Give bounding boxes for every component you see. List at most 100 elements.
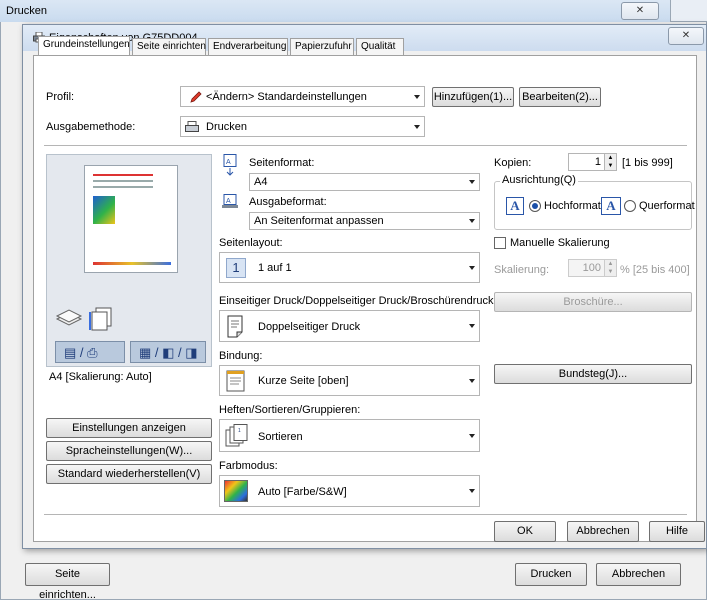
- chevron-down-icon: [469, 489, 475, 493]
- collate-icon: 1: [225, 424, 249, 451]
- binding-select[interactable]: Kurze Seite [oben]: [219, 365, 480, 396]
- profile-select[interactable]: <Ändern> Standardeinstellungen: [180, 86, 425, 107]
- section-divider: [44, 145, 687, 146]
- paper-stack-icon: [55, 305, 85, 329]
- output-size-value: An Seitenformat anpassen: [254, 215, 384, 227]
- svg-text:A: A: [226, 159, 231, 166]
- page-preview: ▤ / ⎙ ▦ / ◧ / ◨ A4 [Skalierung: Auto]: [46, 154, 212, 388]
- chevron-down-icon: [414, 124, 420, 129]
- chevron-down-icon: [469, 433, 475, 438]
- print-cancel-button[interactable]: Abbrechen: [596, 563, 681, 586]
- color-mode-label: Farbmodus:: [219, 460, 278, 472]
- svg-text:1: 1: [238, 428, 241, 434]
- help-button[interactable]: Hilfe: [649, 521, 705, 542]
- language-settings-button[interactable]: Spracheinstellungen(W)...: [46, 441, 212, 461]
- duplex-sheet-icon: [89, 307, 113, 331]
- profile-label: Profil:: [46, 91, 75, 103]
- preview-image: [93, 196, 115, 224]
- manual-scaling-label: Manuelle Skalierung: [510, 237, 610, 249]
- tab-qualitaet[interactable]: Qualität: [356, 38, 404, 55]
- page-size-value: A4: [254, 176, 268, 188]
- duplex-value: Doppelseitiger Druck: [258, 321, 361, 333]
- duplex-icon: [225, 315, 247, 342]
- profile-value: <Ändern> Standardeinstellungen: [206, 91, 367, 103]
- page-size-select[interactable]: A4: [249, 173, 480, 191]
- properties-cancel-button[interactable]: Abbrechen: [567, 521, 639, 542]
- color-mode-indicator: ▦ / ◧ / ◨: [130, 341, 206, 363]
- output-method-value: Drucken: [206, 121, 247, 133]
- preview-line: [93, 186, 153, 188]
- scaling-spinner[interactable]: 100 ▲ ▼: [568, 259, 617, 277]
- pencil-icon: [189, 90, 203, 107]
- manual-scaling-checkbox[interactable]: [494, 237, 506, 249]
- landscape-label: Querformat: [639, 200, 695, 212]
- printer-icon: [185, 121, 199, 136]
- page-size-icon: A: [222, 154, 238, 179]
- print-dialog-title: Drucken: [6, 5, 47, 17]
- add-profile-button[interactable]: Hinzufügen(1)...: [432, 87, 514, 107]
- preview-bar: [93, 262, 171, 265]
- properties-close-button[interactable]: ✕: [668, 27, 704, 45]
- gutter-button[interactable]: Bundsteg(J)...: [494, 364, 692, 384]
- binding-label: Bindung:: [219, 350, 263, 362]
- tab-papierzufuhr[interactable]: Papierzufuhr: [290, 38, 354, 55]
- output-method-select[interactable]: Drucken: [180, 116, 425, 137]
- chevron-down-icon: [414, 94, 420, 99]
- landscape-radio[interactable]: [624, 200, 636, 212]
- chevron-down-icon: [469, 265, 475, 270]
- background-window-edge: [670, 0, 707, 22]
- stapling-value: Sortieren: [258, 431, 303, 443]
- portrait-icon: A: [506, 197, 524, 215]
- chevron-down-icon: [469, 378, 475, 383]
- scaling-label: Skalierung:: [494, 264, 550, 276]
- edit-profile-button[interactable]: Bearbeiten(2)...: [519, 87, 601, 107]
- color-mode-value: Auto [Farbe/S&W]: [258, 486, 347, 498]
- portrait-label: Hochformat: [544, 200, 601, 212]
- output-size-icon: A: [222, 194, 238, 211]
- copies-value: 1: [594, 156, 601, 168]
- duplex-mode-indicator: ▤ / ⎙: [55, 341, 125, 363]
- print-button[interactable]: Drucken: [515, 563, 587, 586]
- tab-grundeinstellungen[interactable]: Grundeinstellungen: [38, 36, 130, 56]
- page-size-label: Seitenformat:: [249, 157, 315, 169]
- binding-value: Kurze Seite [oben]: [258, 375, 349, 387]
- layout-select[interactable]: 1 1 auf 1: [219, 252, 480, 283]
- tab-endverarbeitung[interactable]: Endverarbeitung: [208, 38, 288, 55]
- portrait-radio[interactable]: [529, 200, 541, 212]
- radio-selected-dot: [532, 203, 538, 209]
- print-dialog-titlebar: Drucken ✕: [0, 0, 707, 22]
- page-setup-button[interactable]: Seite einrichten...: [25, 563, 110, 601]
- preview-page: [84, 165, 178, 273]
- layout-value: 1 auf 1: [258, 262, 292, 274]
- tab-seite-einrichten[interactable]: Seite einrichten: [132, 38, 206, 55]
- svg-text:A: A: [226, 198, 231, 205]
- duplex-select[interactable]: Doppelseitiger Druck: [219, 310, 480, 342]
- restore-defaults-button[interactable]: Standard wiederherstellen(V): [46, 464, 212, 484]
- chevron-down-icon: [469, 324, 475, 328]
- preview-line: [93, 174, 153, 176]
- preview-line: [93, 180, 153, 182]
- output-size-label: Ausgabeformat:: [249, 196, 327, 208]
- print-dialog-close-button[interactable]: ✕: [621, 2, 659, 20]
- preview-caption: A4 [Skalierung: Auto]: [49, 371, 152, 383]
- copies-spinner[interactable]: 1 ▲ ▼: [568, 153, 617, 171]
- stapling-label: Heften/Sortieren/Gruppieren:: [219, 404, 361, 416]
- orientation-label: Ausrichtung(Q): [500, 174, 578, 186]
- scaling-range: % [25 bis 400]: [620, 264, 690, 276]
- output-size-select[interactable]: An Seitenformat anpassen: [249, 212, 480, 230]
- stapling-select[interactable]: 1 Sortieren: [219, 419, 480, 452]
- copies-range: [1 bis 999]: [622, 157, 673, 169]
- color-mode-select[interactable]: Auto [Farbe/S&W]: [219, 475, 480, 507]
- brochure-button[interactable]: Broschüre...: [494, 292, 692, 312]
- binding-icon: [226, 370, 246, 395]
- spinner-arrows-icon[interactable]: ▲ ▼: [604, 260, 616, 276]
- ok-button[interactable]: OK: [494, 521, 556, 542]
- preview-caption-bar: A4 [Skalierung: Auto]: [46, 366, 212, 388]
- spinner-arrows-icon[interactable]: ▲ ▼: [604, 154, 616, 170]
- layout-badge: 1: [226, 258, 246, 278]
- show-settings-button[interactable]: Einstellungen anzeigen: [46, 418, 212, 438]
- chevron-down-icon: [469, 180, 475, 184]
- layout-label: Seitenlayout:: [219, 237, 283, 249]
- scaling-value: 100: [582, 262, 601, 274]
- copies-label: Kopien:: [494, 157, 532, 169]
